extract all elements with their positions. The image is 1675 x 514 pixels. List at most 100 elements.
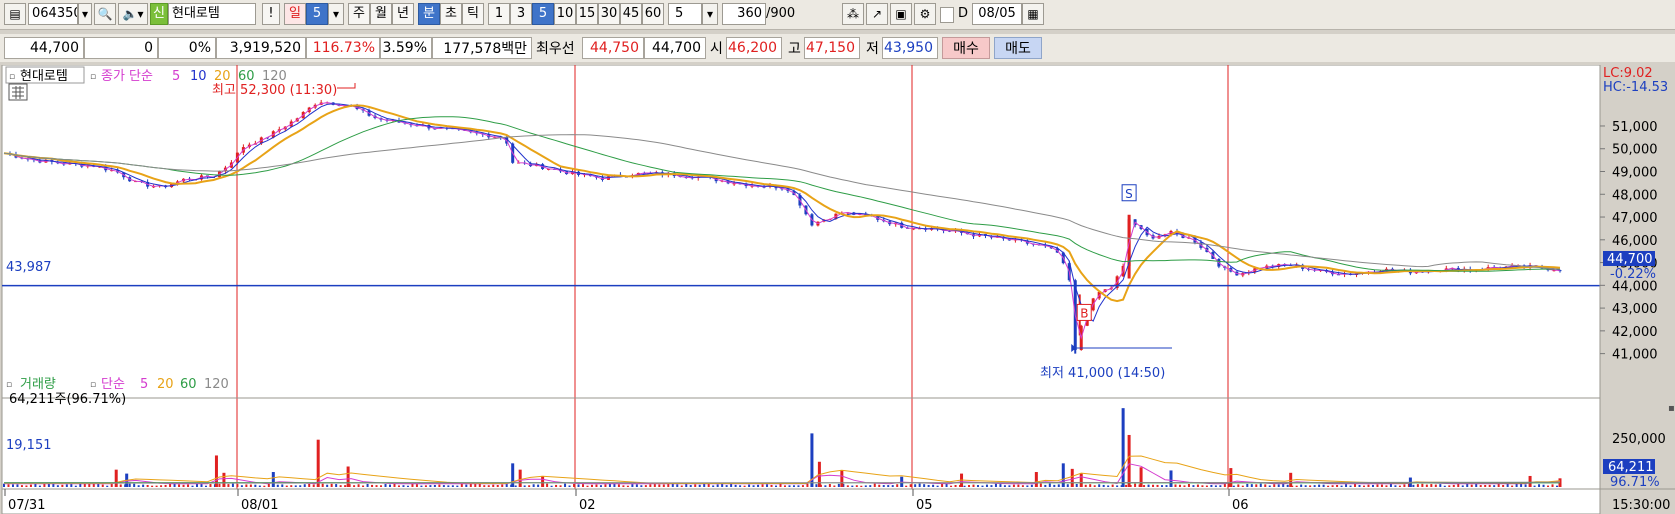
lc-label: LC:9.02 — [1603, 66, 1653, 81]
stock-name[interactable]: 현대로템 — [168, 3, 256, 25]
volume-bar — [330, 483, 333, 487]
volume-bar — [1385, 485, 1388, 487]
buy-button[interactable]: 매수 — [942, 37, 990, 59]
volume-bar — [380, 485, 383, 487]
date-checkbox[interactable] — [940, 7, 954, 23]
volume-bar — [950, 485, 953, 487]
volume-bar — [1107, 485, 1110, 487]
volume-bar — [1003, 485, 1006, 487]
volume-bar — [896, 484, 899, 487]
legend-ma60: 60 — [238, 69, 255, 84]
speaker-icon[interactable]: 🔈▾ — [118, 3, 148, 25]
volume-bar — [312, 484, 315, 487]
period-minute-button[interactable]: 분 — [418, 3, 440, 25]
chevron-down-icon[interactable]: ▾ — [328, 3, 344, 25]
volume-bar — [1178, 484, 1181, 487]
interval-value[interactable]: 5 — [668, 3, 702, 25]
volume-bar — [532, 484, 535, 487]
chevron-down-icon[interactable]: ▾ — [78, 3, 92, 25]
vlegend-5: 5 — [140, 377, 148, 392]
volume-bar — [927, 484, 930, 487]
interval-5[interactable]: 5 — [532, 3, 554, 25]
volume-bar — [582, 484, 585, 487]
volume-bar — [187, 484, 190, 487]
period-day-n[interactable]: 5 — [306, 3, 328, 25]
period-day-button[interactable]: 일 — [284, 3, 306, 25]
volume-bar — [1079, 473, 1083, 487]
volume-bar — [748, 484, 751, 487]
period-second-button[interactable]: 초 — [440, 3, 462, 25]
volume-bar — [258, 485, 261, 487]
chevron-down-icon[interactable]: ▾ — [702, 3, 718, 25]
volume-bar — [1232, 485, 1235, 487]
volume-bar — [346, 466, 350, 487]
volume-bar — [599, 485, 602, 487]
volume-bar — [366, 484, 369, 487]
volume-bar — [1017, 484, 1020, 487]
period-week-button[interactable]: 주 — [348, 3, 370, 25]
volume-bar — [1161, 485, 1164, 487]
stock-chart[interactable]: B S ▫ 현대로템 ▫ 종가 단순 5 10 20 60 120 최고 52,3… — [0, 65, 1675, 514]
x-tick-label: 08/01 — [241, 498, 278, 513]
price-tick-label: 43,000 — [1612, 302, 1658, 317]
volume-bar — [511, 463, 515, 487]
legend-ma10: 10 — [190, 69, 207, 84]
volume-bar — [1466, 484, 1469, 487]
volume-bar — [1412, 484, 1415, 487]
interval-3[interactable]: 3 — [510, 3, 532, 25]
volume-bar — [1187, 484, 1190, 487]
interval-10[interactable]: 10 — [554, 3, 576, 25]
volume-bar — [204, 485, 207, 487]
volume-bar — [465, 484, 468, 487]
volume-bar — [47, 483, 50, 487]
chart-menu-icon[interactable]: ▤ — [4, 3, 26, 25]
volume-bar — [1502, 484, 1505, 487]
volume-bar — [694, 484, 697, 487]
volume-bar — [254, 484, 257, 487]
stock-code-input[interactable]: 064350 — [28, 3, 78, 25]
volume-bar — [1143, 485, 1146, 487]
alert-button[interactable]: ! — [262, 3, 280, 25]
interval-30[interactable]: 30 — [598, 3, 620, 25]
interval-45[interactable]: 45 — [620, 3, 642, 25]
interval-1[interactable]: 1 — [488, 3, 510, 25]
volume-bar — [703, 483, 706, 487]
volume-bar — [1030, 484, 1033, 487]
volume-bar — [245, 484, 248, 487]
volume-bar — [590, 484, 593, 487]
settings-icon[interactable]: ⚙ — [914, 3, 936, 25]
volume-bar — [1169, 470, 1173, 487]
volume-bar — [492, 484, 495, 487]
volume-bar — [209, 484, 212, 487]
save-icon[interactable]: ▣ — [890, 3, 912, 25]
volume-bar — [375, 485, 378, 487]
period-year-button[interactable]: 년 — [392, 3, 414, 25]
volume-bar — [1538, 484, 1541, 487]
date-input[interactable]: 08/05 — [972, 3, 1022, 25]
draw-tool-icon[interactable]: ↗ — [866, 3, 888, 25]
last-volume-tag: 64,211 — [1608, 460, 1654, 475]
interval-15[interactable]: 15 — [576, 3, 598, 25]
volume-bar — [1371, 484, 1374, 487]
signal-label: S — [1125, 187, 1133, 201]
volume-bar — [1174, 484, 1177, 487]
indicator-icon[interactable]: ⁂ — [842, 3, 864, 25]
volume-title: 거래량 — [20, 377, 56, 392]
volume-bar — [1286, 484, 1289, 487]
vlegend-120: 120 — [204, 377, 229, 392]
search-icon[interactable]: 🔍 — [94, 3, 116, 25]
volume-bar — [1125, 484, 1128, 487]
calendar-icon[interactable]: ▦ — [1022, 3, 1044, 25]
count-input[interactable]: 360 — [722, 3, 766, 25]
volume-bar — [537, 484, 540, 487]
sell-button[interactable]: 매도 — [994, 37, 1042, 59]
period-month-button[interactable]: 월 — [370, 3, 392, 25]
volume-bar — [1484, 484, 1487, 487]
volume-bar — [83, 483, 86, 487]
interval-60[interactable]: 60 — [642, 3, 664, 25]
volume-bar — [1039, 483, 1042, 487]
volume-bar — [662, 484, 665, 487]
volume-bar — [923, 484, 926, 487]
period-tick-button[interactable]: 틱 — [462, 3, 484, 25]
volume-bar — [1551, 484, 1554, 487]
